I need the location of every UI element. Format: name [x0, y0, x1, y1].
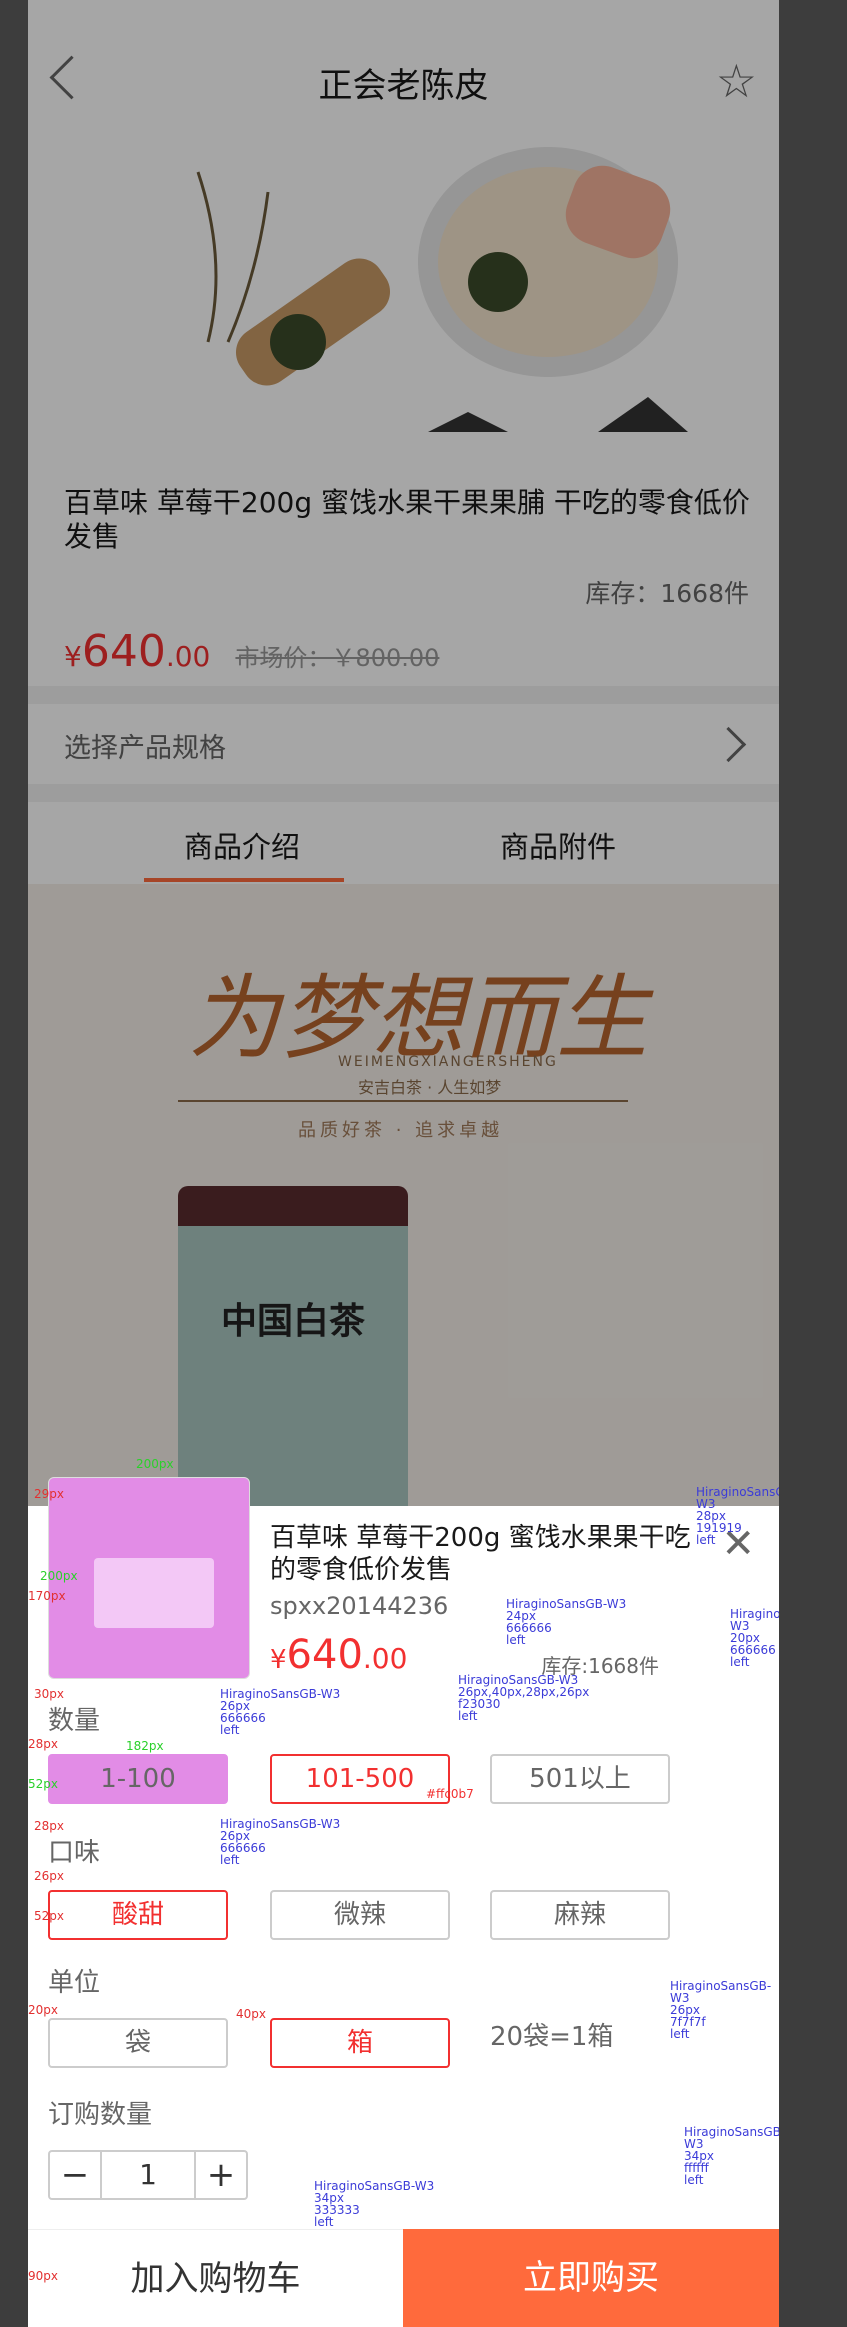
sheet-price-currency: ¥: [270, 1645, 287, 1675]
product-code: spxx20144236: [270, 1592, 449, 1620]
annotation-dim-11: 52px: [34, 1909, 64, 1923]
annotation-dim-1: 200px: [136, 1457, 174, 1471]
option-flavor-numbing-spicy[interactable]: 麻辣: [490, 1890, 670, 1940]
annotation-dim-10: 26px: [34, 1869, 64, 1883]
option-unit-box[interactable]: 箱: [270, 2018, 450, 2068]
sheet-product-thumbnail: [48, 1477, 250, 1679]
option-flavor-sweet-sour[interactable]: 酸甜: [48, 1890, 228, 1940]
annotation-dim-5: 30px: [34, 1687, 64, 1701]
annotation-dim-6: 28px: [28, 1737, 58, 1751]
annotation-dim-7: 182px: [126, 1739, 164, 1753]
annotation-code-font: HiraginoSansGB-W3 24px 666666 left: [506, 1597, 627, 1647]
option-qty-1-100[interactable]: 1-100: [48, 1754, 228, 1804]
quantity-stepper: − 1 +: [48, 2150, 248, 2200]
annotation-dim-14: 90px: [28, 2269, 58, 2283]
option-qty-101-500[interactable]: 101-500: [270, 1754, 450, 1804]
buy-now-button[interactable]: 立即购买: [403, 2229, 779, 2327]
option-qty-501-plus[interactable]: 501以上: [490, 1754, 670, 1804]
flavor-section-label: 口味: [48, 1838, 101, 1868]
thumbnail-box-image: [94, 1558, 214, 1628]
order-qty-section-label: 订购数量: [48, 2100, 153, 2130]
modal-backdrop[interactable]: [28, 0, 779, 1506]
annotation-dim-4: 170px: [28, 1589, 66, 1603]
sheet-price-integer: 640: [286, 1632, 363, 1678]
add-to-cart-button[interactable]: 加入购物车: [28, 2229, 403, 2327]
annotation-dim-9: 28px: [34, 1819, 64, 1833]
option-unit-bag[interactable]: 袋: [48, 2018, 228, 2068]
phone-frame: 正会老陈皮 ☆ 百草味 草莓干200g 蜜饯水果干果果脯 干吃的零食低价发售 库…: [28, 0, 779, 2327]
annotation-dim-13: 40px: [236, 2007, 266, 2021]
quantity-section-label: 数量: [48, 1706, 101, 1736]
increment-button[interactable]: +: [194, 2152, 246, 2198]
quantity-value[interactable]: 1: [100, 2152, 196, 2198]
sheet-price: ¥640.00: [270, 1632, 407, 1678]
annotation-label-font: HiraginoSansGB-W3 26px 666666 left: [220, 1687, 341, 1737]
sheet-price-cents: .00: [362, 1642, 408, 1675]
annotation-option-font: HiraginoSansGB-W3 26px 666666 left: [220, 1817, 341, 1867]
annotation-color-swatch: #ffc0b7: [426, 1787, 474, 1801]
option-flavor-mild-spicy[interactable]: 微辣: [270, 1890, 450, 1940]
annotation-stock-font: HiraginoSansGB-W320px666666left: [730, 1607, 779, 1669]
annotation-title-font: HiraginoSansGB-W328px191919left: [696, 1485, 779, 1547]
sheet-product-title: 百草味 草莓干200g 蜜饯水果果干吃的零食低价发售: [270, 1523, 691, 1585]
annotation-dim-3: 200px: [40, 1569, 78, 1583]
annotation-dim-2: 29px: [34, 1487, 64, 1501]
annotation-dim-8: 52px: [28, 1777, 58, 1791]
unit-section-label: 单位: [48, 1968, 101, 1998]
annotation-dim-12: 20px: [28, 2003, 58, 2017]
unit-conversion-note: 20袋=1箱: [490, 2022, 614, 2052]
annotation-cart-font: HiraginoSansGB-W3 34px 333333 left: [314, 2179, 435, 2229]
annotation-price-font: HiraginoSansGB-W3 26px,40px,28px,26px f230…: [458, 1673, 590, 1723]
annotation-buy-font: HiraginoSansGB-W3 34px ffffff left: [684, 2125, 779, 2187]
annotation-note-font: HiraginoSansGB-W3 26px 7f7f7f left: [670, 1979, 772, 2041]
decrement-button[interactable]: −: [50, 2152, 102, 2198]
